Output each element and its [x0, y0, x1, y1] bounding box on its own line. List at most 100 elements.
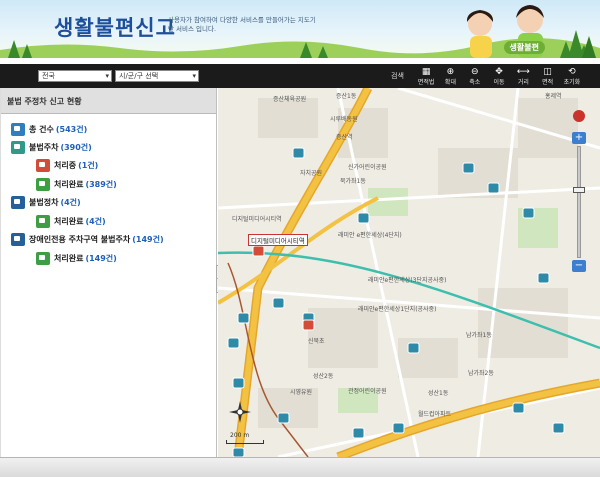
selected-station-label[interactable]: 디지털미디어시티역	[248, 234, 308, 246]
location-marker-icon[interactable]	[573, 110, 585, 122]
area-icon: ◫	[543, 66, 552, 77]
map-label: 시루배동원	[330, 116, 358, 123]
region-select[interactable]: 전국 ▾	[38, 70, 112, 82]
map-label: 증산체육공원	[273, 96, 307, 103]
distance-icon: ⟷	[516, 66, 530, 77]
map-label: 시영유원	[290, 389, 313, 396]
tree-item-label: 불법주차	[29, 143, 59, 152]
tool-label: 축소	[469, 78, 481, 86]
tree-item-completed[interactable]: 처리완료 (389건)	[36, 178, 117, 191]
map-label: 래미안e편한세상(3단지공사중)	[368, 277, 447, 284]
scale-bar	[226, 440, 264, 444]
tool-label: 이동	[493, 78, 505, 86]
processing-icon	[36, 159, 50, 172]
tree-item-count: (149건)	[85, 254, 117, 263]
tool-label: 면적	[542, 78, 554, 86]
zoom-minus-button[interactable]: −	[572, 260, 586, 272]
footer-bar	[0, 457, 600, 477]
tree-item-count: (149건)	[132, 235, 164, 244]
tree-item-label: 장애인전용 주차구역 불법주차	[29, 235, 131, 244]
tool-area-measure[interactable]: ▦ 면적법	[414, 64, 438, 88]
chevron-down-icon: ▾	[192, 72, 196, 80]
tree-item-count: (1건)	[78, 161, 99, 170]
map-label: 남가좌2동	[468, 370, 494, 377]
tree-item-illegal-parking[interactable]: 불법주차 (390건)	[11, 141, 92, 154]
panel-title: 불법 주정차 신고 현황	[1, 88, 216, 114]
tree-item-label: 처리완료	[54, 217, 84, 226]
site-subtitle: 사용자가 참여하여 다양한 서비스를 만들어가는 지도기반 서비스 입니다.	[168, 16, 316, 33]
tree-item-label: 불법정차	[29, 198, 59, 207]
tree-item-label: 총 건수	[29, 125, 54, 134]
map-label: 증산1동	[336, 93, 357, 100]
zoom-control: + −	[572, 132, 586, 272]
chevron-down-icon: ▾	[105, 72, 109, 80]
completed-icon	[36, 252, 50, 265]
zoom-plus-button[interactable]: +	[572, 132, 586, 144]
total-icon	[11, 123, 25, 136]
tree-item-label: 처리완료	[54, 254, 84, 263]
tree-item-total[interactable]: 총 건수 (543건)	[11, 123, 87, 136]
tool-distance[interactable]: ⟷ 거리	[511, 64, 535, 88]
tree-item-count: (4건)	[60, 198, 81, 207]
map-label: 성산1동	[428, 390, 449, 397]
tree-item-count: (543건)	[55, 125, 88, 134]
tool-zoom-out[interactable]: ⊖ 축소	[463, 64, 487, 88]
map-label: 증산역	[336, 134, 353, 141]
map-label: 홍제역	[545, 93, 562, 100]
tree-item-count: (4건)	[85, 217, 106, 226]
map-label: 북가좌1동	[340, 178, 366, 185]
tree-item-completed[interactable]: 처리완료 (4건)	[36, 215, 106, 228]
map-label: 관정어린이공원	[348, 388, 387, 395]
reset-icon: ⟲	[568, 66, 576, 77]
tool-pan[interactable]: ✥ 이동	[487, 64, 511, 88]
tree-item-count: (389건)	[85, 180, 117, 189]
tool-label: 거리	[517, 78, 529, 86]
map-toolbar: 전국 ▾ 시/군/구 선택 ▾ 검색 ▦ 면적법 ⊕ 확대 ⊖ 축소 ✥ 이동 …	[0, 64, 600, 88]
tree-item-label: 처리중	[54, 161, 77, 170]
map-label: 남가좌1동	[466, 332, 492, 339]
tree-item-illegal-stopping[interactable]: 불법정차 (4건)	[11, 196, 81, 209]
map-label: 신가어린이공원	[348, 164, 387, 171]
disabled-parking-icon	[11, 233, 25, 246]
map-label: 래미안e편한세상1단지(공사중)	[358, 306, 437, 313]
tool-label: 초기화	[563, 78, 581, 86]
zoom-slider-track[interactable]	[573, 146, 585, 258]
tree-item-processing[interactable]: 처리중 (1건)	[36, 159, 98, 172]
map-label: 월드컵아파트	[418, 411, 452, 418]
scale-label: 200 m	[230, 432, 250, 439]
region-select-value: 전국	[42, 72, 55, 80]
district-select[interactable]: 시/군/구 선택 ▾	[115, 70, 199, 82]
tool-area[interactable]: ◫ 면적	[535, 64, 559, 88]
tree-item-completed[interactable]: 처리완료 (149건)	[36, 252, 117, 265]
zoom-slider-handle[interactable]	[573, 187, 585, 193]
tool-zoom-in[interactable]: ⊕ 확대	[438, 64, 462, 88]
tree-item-disabled-parking[interactable]: 장애인전용 주차구역 불법주차 (149건)	[11, 233, 164, 246]
site-title: 생활불편신고	[54, 16, 176, 40]
illegal-parking-icon	[11, 141, 25, 154]
header-banner: 생활불편신고 사용자가 참여하여 다양한 서비스를 만들어가는 지도기반 서비스…	[0, 0, 600, 58]
completed-icon	[36, 178, 50, 191]
map-canvas	[218, 88, 600, 457]
district-select-value: 시/군/구 선택	[119, 72, 159, 80]
map-label: 성산2동	[313, 373, 334, 380]
map-label: 디지털미디어시티역	[232, 216, 282, 223]
brand-stamp: 생활불편	[503, 41, 545, 54]
report-status-panel: 불법 주정차 신고 현황 총 건수 (543건) 불법주차 (390건) 처리중…	[0, 88, 217, 457]
area-measure-icon: ▦	[421, 66, 431, 77]
compass-icon	[229, 401, 251, 423]
map-tools: ▦ 면적법 ⊕ 확대 ⊖ 축소 ✥ 이동 ⟷ 거리 ◫ 면적 ⟲ 초기화	[414, 64, 584, 88]
search-label[interactable]: 검색	[391, 71, 404, 81]
map-label: 래미안 e편한세상(4단지)	[338, 232, 402, 239]
completed-icon	[36, 215, 50, 228]
tree-item-label: 처리완료	[54, 180, 84, 189]
illegal-stopping-icon	[11, 196, 25, 209]
zoom-out-icon: ⊖	[470, 66, 479, 77]
map-label: 자치공원	[300, 170, 323, 177]
pan-icon: ✥	[495, 66, 503, 77]
tool-label: 면적법	[417, 78, 435, 86]
map-view[interactable]: 증산체육공원 증산1동 시루배동원 증산역 자치공원 신가어린이공원 북가좌1동…	[218, 88, 600, 457]
tool-label: 확대	[444, 78, 456, 86]
map-label: 신북초	[308, 338, 325, 345]
tree-item-count: (390건)	[60, 143, 92, 152]
tool-reset[interactable]: ⟲ 초기화	[560, 64, 584, 88]
